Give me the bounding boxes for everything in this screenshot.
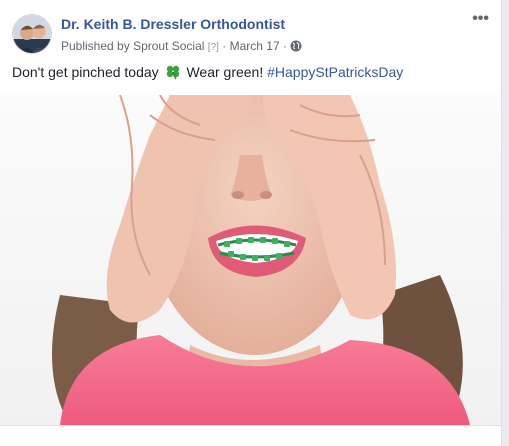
message-text-2: Wear green!	[186, 64, 264, 80]
facebook-post: Dr. Keith B. Dressler Orthodontist Publi…	[0, 0, 502, 446]
post-header: Dr. Keith B. Dressler Orthodontist Publi…	[12, 11, 489, 56]
post-photo[interactable]	[0, 95, 501, 425]
girl-covering-eyes-photo	[0, 95, 501, 425]
published-by-label: Published by	[61, 39, 130, 53]
post-date-link[interactable]: March 17	[230, 39, 280, 53]
message-text-1: Don't get pinched today	[12, 64, 159, 80]
more-options-icon[interactable]: •••	[472, 11, 489, 27]
help-marker[interactable]: [?]	[208, 42, 219, 53]
published-app-link[interactable]: Sprout Social	[133, 39, 204, 53]
meta-separator-2: ·	[282, 39, 287, 53]
post-footer	[0, 426, 501, 446]
post-meta: Published by Sprout Social [?] · March 1…	[61, 39, 302, 55]
hashtag-link[interactable]: #HappyStPatricksDay	[267, 64, 403, 80]
page-name-link[interactable]: Dr. Keith B. Dressler Orthodontist	[61, 16, 285, 32]
meta-separator: ·	[222, 39, 227, 53]
post-message: Don't get pinched today Wear green! #Hap…	[12, 64, 489, 83]
four-leaf-clover-icon	[165, 64, 181, 83]
page-avatar[interactable]	[12, 14, 52, 54]
globe-icon[interactable]	[290, 40, 302, 55]
avatar-image	[13, 15, 51, 53]
